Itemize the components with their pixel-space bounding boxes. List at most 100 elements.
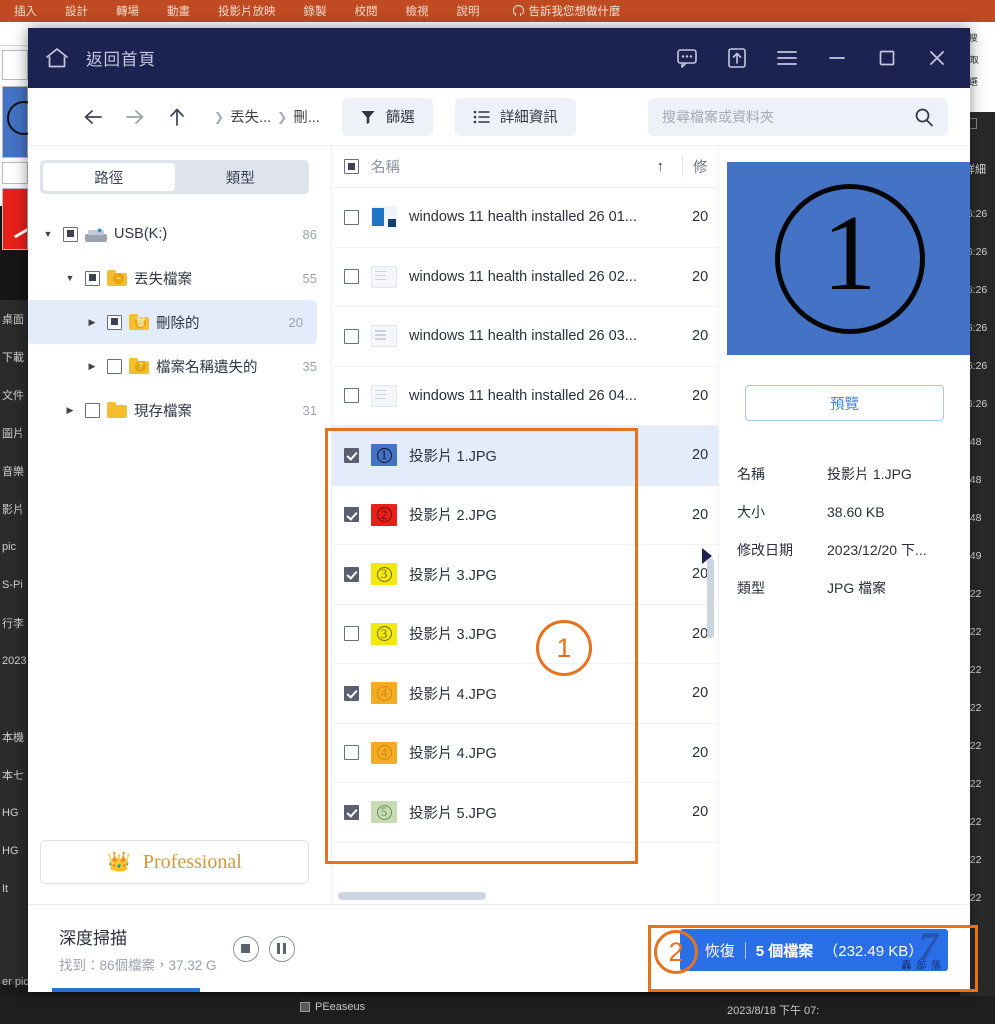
table-row[interactable]: windows 11 health installed 26 01... 20 — [332, 188, 718, 248]
bg-nav-item[interactable]: 桌面 — [0, 300, 30, 338]
ribbon-tab[interactable]: 說明 — [443, 3, 494, 19]
row-checkbox[interactable] — [344, 388, 359, 404]
professional-upgrade-button[interactable]: 👑 Professional — [40, 840, 309, 884]
chevron-down-icon[interactable]: ▼ — [62, 273, 78, 283]
tree-item-deleted[interactable]: ▶ 🗑 刪除的 20 — [28, 300, 317, 344]
table-row[interactable]: 3 投影片 3.JPG 20 — [332, 545, 718, 605]
up-button[interactable] — [156, 98, 198, 136]
maximize-button[interactable] — [862, 28, 912, 88]
upload-button[interactable] — [712, 28, 762, 88]
row-checkbox[interactable] — [344, 447, 359, 463]
ribbon-tab[interactable]: 錄製 — [290, 3, 341, 19]
horizontal-scrollbar[interactable] — [332, 888, 718, 904]
sort-asc-icon[interactable]: ↑ — [657, 158, 665, 175]
chevron-right-icon[interactable]: ▶ — [84, 317, 100, 328]
row-checkbox[interactable] — [344, 685, 359, 701]
search-input[interactable] — [662, 108, 914, 125]
bg-nav-item[interactable]: 本七 — [0, 756, 30, 794]
bg-nav-item[interactable]: 圖片 — [0, 414, 30, 452]
row-checkbox[interactable] — [344, 209, 359, 225]
bg-nav-item[interactable]: HG — [0, 794, 30, 832]
bg-nav-item[interactable]: 本機 — [0, 718, 30, 756]
vertical-scrollbar[interactable] — [707, 558, 714, 638]
forward-button[interactable] — [114, 98, 156, 136]
bg-nav-item[interactable]: It — [0, 870, 30, 908]
table-row[interactable]: 3 投影片 3.JPG 20 — [332, 605, 718, 664]
ribbon-tab[interactable]: 插入 — [0, 3, 51, 19]
breadcrumb-item-deleted[interactable]: 刪... — [293, 106, 320, 127]
bg-taskbar-app[interactable]: PEeaseus — [300, 1001, 365, 1013]
tree-item-lost-files[interactable]: ▼ − 丟失檔案 55 — [28, 256, 331, 300]
chevron-down-icon[interactable]: ▼ — [40, 229, 56, 239]
tab-type[interactable]: 類型 — [175, 163, 307, 191]
row-checkbox[interactable] — [344, 804, 359, 820]
ribbon-tab[interactable]: 動畫 — [153, 3, 204, 19]
bg-nav-item[interactable]: HG — [0, 832, 30, 870]
tab-path[interactable]: 路徑 — [43, 163, 175, 191]
bg-nav-item[interactable]: 行李 — [0, 604, 30, 642]
chevron-right-icon[interactable]: ▶ — [84, 361, 100, 372]
tree-checkbox[interactable] — [85, 270, 100, 286]
panel-collapse-handle[interactable] — [702, 548, 712, 564]
row-checkbox[interactable] — [344, 269, 359, 285]
column-header-modified[interactable]: 修 — [682, 156, 718, 177]
table-row[interactable]: 5 投影片 5.JPG 20 — [332, 783, 718, 843]
select-all-checkbox[interactable] — [344, 159, 359, 174]
close-button[interactable] — [912, 28, 962, 88]
ribbon-tab[interactable]: 設計 — [51, 3, 102, 19]
ribbon-tab[interactable]: 校閱 — [341, 3, 392, 19]
bg-nav-item[interactable]: 2023 — [0, 642, 30, 680]
preview-button[interactable]: 預覽 — [745, 385, 944, 421]
bg-nav-item[interactable]: 影片 — [0, 490, 30, 528]
details-button[interactable]: 詳細資訊 — [454, 97, 576, 136]
menu-button[interactable] — [762, 28, 812, 88]
file-modified: 20 — [692, 506, 709, 523]
row-checkbox[interactable] — [344, 626, 359, 642]
row-checkbox[interactable] — [344, 507, 359, 523]
table-row[interactable]: windows 11 health installed 26 04... 20 — [332, 367, 718, 426]
row-checkbox[interactable] — [344, 328, 359, 344]
tree-checkbox[interactable] — [85, 402, 100, 418]
column-header-name[interactable]: 名稱 — [371, 156, 645, 177]
bg-nav-item[interactable]: 下載 — [0, 338, 30, 376]
table-row[interactable]: 2 投影片 2.JPG 20 — [332, 486, 718, 545]
recover-button[interactable]: 恢復 5 個檔案 （232.49 KB） 7 轟 部 落 — [680, 929, 948, 971]
table-row[interactable]: windows 11 health installed 26 02... 20 — [332, 248, 718, 307]
tree-item-existing[interactable]: ▶ 現存檔案 31 — [28, 388, 331, 432]
tree-checkbox[interactable] — [107, 358, 122, 374]
stop-button[interactable] — [232, 935, 259, 962]
bg-nav-item[interactable]: S-Pi — [0, 566, 30, 604]
row-checkbox[interactable] — [344, 566, 359, 582]
bg-nav-item[interactable]: pic — [0, 528, 30, 566]
chevron-right-icon[interactable]: ▶ — [62, 405, 78, 416]
file-thumbnail: 5 — [371, 801, 397, 824]
ribbon-tab[interactable]: 投影片放映 — [204, 3, 290, 19]
table-row[interactable]: 1 投影片 1.JPG 20 — [332, 426, 718, 486]
tell-me-box[interactable]: 告訴我您想做什麼 — [494, 3, 621, 19]
ribbon-tab[interactable]: 檢視 — [392, 3, 443, 19]
preview-image-number: 1 — [774, 183, 925, 334]
bg-nav-item[interactable]: 音樂 — [0, 452, 30, 490]
bg-nav-item[interactable]: 文件 — [0, 376, 30, 414]
tree-checkbox[interactable] — [63, 226, 78, 242]
row-checkbox[interactable] — [344, 745, 359, 761]
file-thumbnail: 1 — [371, 444, 397, 467]
search-box[interactable] — [648, 97, 948, 136]
table-row[interactable]: windows 11 health installed 26 03... 20 — [332, 307, 718, 367]
pause-button[interactable] — [268, 935, 295, 962]
tree-item-usb[interactable]: ▼ ● USB(K:) 86 — [28, 212, 331, 256]
home-button[interactable] — [28, 28, 86, 88]
tree-checkbox[interactable] — [107, 314, 122, 330]
feedback-button[interactable] — [662, 28, 712, 88]
scrollbar-thumb[interactable] — [338, 892, 486, 900]
table-row[interactable]: 4 投影片 4.JPG 20 — [332, 664, 718, 724]
tree-item-lost-names[interactable]: ▶ ? 檔案名稱遺失的 35 — [28, 344, 331, 388]
table-row[interactable]: 4 投影片 4.JPG 20 — [332, 724, 718, 783]
breadcrumb-item-lost[interactable]: 丟失... — [230, 106, 271, 127]
ribbon-tab[interactable]: 轉場 — [102, 3, 153, 19]
home-label[interactable]: 返回首頁 — [86, 46, 156, 70]
filter-button[interactable]: 篩選 — [341, 97, 433, 136]
search-icon[interactable] — [914, 107, 934, 127]
back-button[interactable] — [72, 98, 114, 136]
minimize-button[interactable] — [812, 28, 862, 88]
